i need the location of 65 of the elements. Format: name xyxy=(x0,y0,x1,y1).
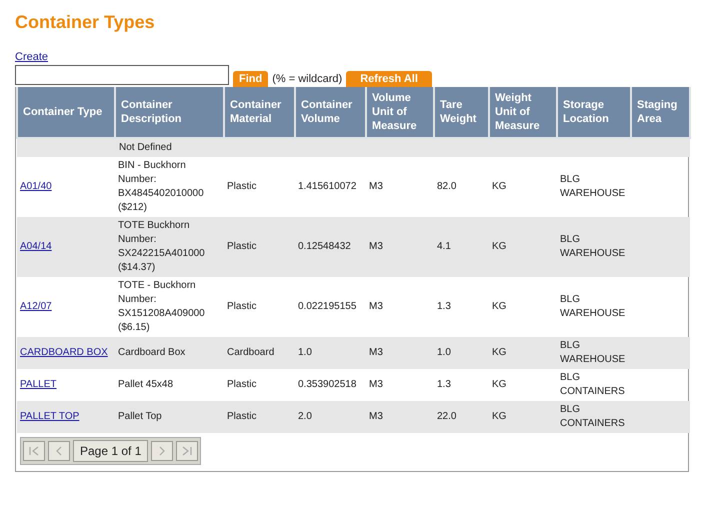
column-header: Container Description xyxy=(115,87,224,138)
table-cell: Cardboard Box xyxy=(118,347,186,358)
table-cell: 2.0 xyxy=(298,411,312,422)
wildcard-hint: (% = wildcard) xyxy=(272,73,342,85)
table-cell: KG xyxy=(492,379,506,390)
table-cell: 1.3 xyxy=(437,379,451,390)
table-cell: 0.022195155 xyxy=(298,301,356,312)
table-cell: M3 xyxy=(369,301,383,312)
table-cell: Cardboard xyxy=(227,347,274,358)
table-cell: Not Defined xyxy=(119,142,172,153)
table-cell: BLG WAREHOUSE xyxy=(560,234,626,259)
table-cell: 1.415610072 xyxy=(298,181,356,192)
column-header: Container Material xyxy=(224,87,295,138)
table-cell: Plastic xyxy=(227,411,256,422)
table-cell: KG xyxy=(492,241,506,252)
table-cell: M3 xyxy=(369,241,383,252)
table-cell: Plastic xyxy=(227,301,256,312)
first-page-icon xyxy=(28,446,40,456)
table-cell: BIN - Buckhorn Number: BX4845402010000 ($212) xyxy=(118,160,204,213)
table-cell: 4.1 xyxy=(437,241,451,252)
table-cell: TOTE - Buckhorn Number: SX151208A409000 ($6.15) xyxy=(118,280,205,333)
table-cell: M3 xyxy=(369,347,383,358)
table-cell: KG xyxy=(492,181,506,192)
column-header: Storage Location xyxy=(557,87,631,138)
table-cell: 1.3 xyxy=(437,301,451,312)
table-cell: KG xyxy=(492,347,506,358)
container-type-link[interactable]: A04/14 xyxy=(20,241,52,252)
container-type-link[interactable]: A01/40 xyxy=(20,181,52,192)
search-field[interactable] xyxy=(15,65,229,85)
column-header: Container Type xyxy=(17,87,115,138)
table-cell: BLG WAREHOUSE xyxy=(560,174,626,199)
column-header: Weight Unit of Measure xyxy=(489,87,557,138)
table-cell: KG xyxy=(492,301,506,312)
container-type-link[interactable]: A12/07 xyxy=(20,301,52,312)
table-cell: 22.0 xyxy=(437,411,456,422)
table-cell: M3 xyxy=(369,379,383,390)
column-header: Tare Weight xyxy=(434,87,489,138)
table-cell: Pallet 45x48 xyxy=(118,379,174,390)
table-cell: BLG WAREHOUSE xyxy=(560,294,626,319)
table-cell: 0.353902518 xyxy=(298,379,356,390)
table-cell: Pallet Top xyxy=(118,411,162,422)
table-cell: KG xyxy=(492,411,506,422)
table-cell: BLG WAREHOUSE xyxy=(560,340,626,365)
table-cell: 0.12548432 xyxy=(298,241,351,252)
last-page-icon xyxy=(181,446,194,456)
table-cell: 1.0 xyxy=(298,347,312,358)
table-cell: BLG CONTAINERS xyxy=(560,372,625,397)
page-title: Container Types xyxy=(15,12,156,33)
next-icon xyxy=(157,446,168,456)
previous-icon xyxy=(54,446,64,456)
table-cell: 1.0 xyxy=(437,347,451,358)
table-cell: TOTE Buckhorn Number: SX242215A401000 ($14.37) xyxy=(118,220,205,273)
table-cell: BLG CONTAINERS xyxy=(560,404,625,429)
table-cell: Plastic xyxy=(227,241,256,252)
table-cell: Plastic xyxy=(227,181,256,192)
column-header: Staging Area xyxy=(631,87,690,138)
column-header: Volume Unit of Measure xyxy=(366,87,434,138)
table-cell: M3 xyxy=(369,181,383,192)
create-link[interactable]: Create xyxy=(15,51,48,63)
column-header: Container Volume xyxy=(295,87,366,138)
table-cell: M3 xyxy=(369,411,383,422)
container-type-link[interactable]: PALLET xyxy=(20,379,56,390)
table-cell: Plastic xyxy=(227,379,256,390)
table-cell: 82.0 xyxy=(437,181,456,192)
page-indicator: Page 1 of 1 xyxy=(73,440,148,462)
